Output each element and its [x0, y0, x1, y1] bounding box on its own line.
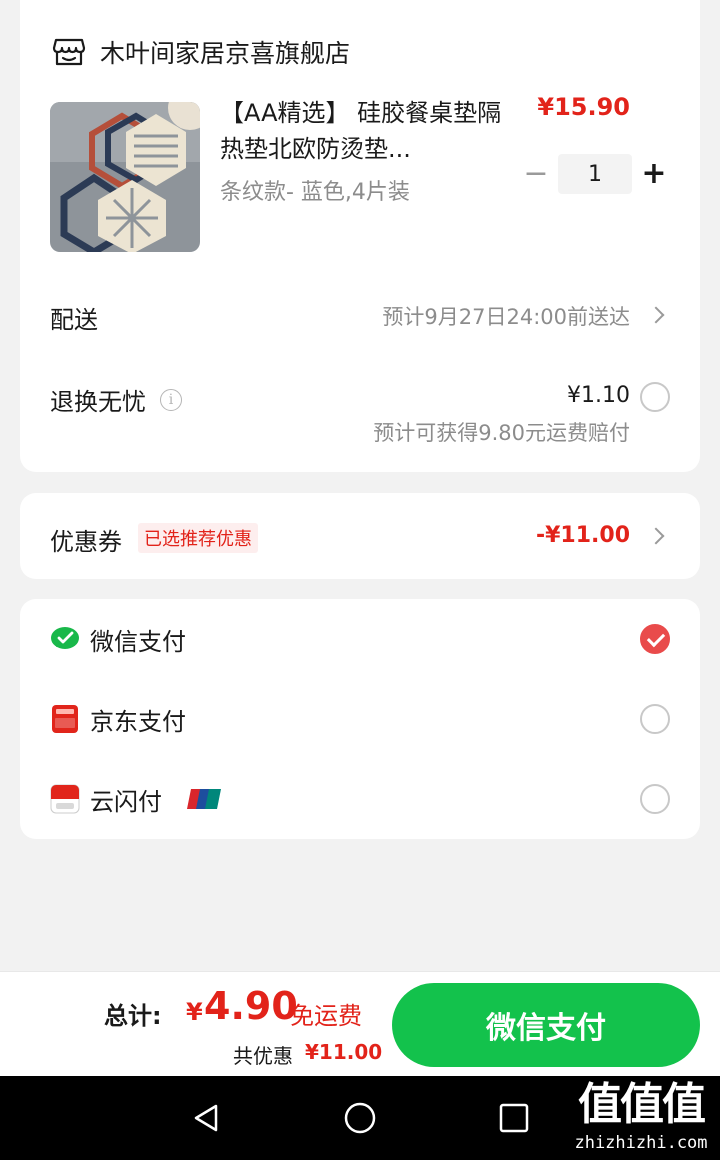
- watermark-logo: 值值值: [578, 1079, 706, 1130]
- payment-option-wechat[interactable]: 微信支付: [20, 599, 700, 679]
- quickpass-icon: [50, 784, 80, 814]
- trivet-product-photo: [50, 102, 200, 252]
- payment-radio-quickpass[interactable]: [640, 784, 670, 814]
- quantity-input[interactable]: 1: [558, 154, 632, 194]
- home-icon[interactable]: [342, 1100, 378, 1136]
- total-amount: 4.90: [204, 984, 298, 1028]
- coupon-card[interactable]: 优惠券 已选推荐优惠 -¥11.00: [20, 493, 700, 579]
- store-icon: [52, 38, 86, 66]
- coupon-tag: 已选推荐优惠: [138, 523, 258, 553]
- quantity-stepper: − 1 +: [518, 154, 672, 194]
- return-service-radio[interactable]: [640, 382, 670, 412]
- return-service-price: ¥1.10: [567, 383, 630, 408]
- store-header[interactable]: 木叶间家居京喜旗舰店: [52, 32, 350, 72]
- payment-radio-jd[interactable]: [640, 704, 670, 734]
- wechat-pay-button[interactable]: 微信支付: [392, 983, 700, 1067]
- checkout-bar: 总计: ¥ 4.90 免运费 共优惠 ¥11.00 微信支付: [0, 971, 720, 1076]
- return-service-label: 退换无忧: [50, 388, 146, 416]
- total-discount-value: ¥11.00: [305, 1040, 383, 1064]
- product-sku[interactable]: 条纹款- 蓝色,4片装: [220, 174, 410, 206]
- total-discount-label: 共优惠: [233, 1044, 293, 1068]
- payment-option-jd[interactable]: 京东支付: [20, 679, 700, 759]
- coupon-discount-value: -¥11.00: [535, 523, 630, 548]
- decrease-quantity-button[interactable]: −: [518, 154, 554, 194]
- total-label: 总计:: [104, 1002, 162, 1030]
- back-icon[interactable]: [188, 1100, 224, 1136]
- chevron-right-icon[interactable]: [647, 306, 665, 324]
- jd-pay-icon: [52, 705, 78, 733]
- payment-label: 微信支付: [90, 627, 186, 656]
- system-navigation-bar: 值值值 zhizhizhi.com: [0, 1076, 720, 1160]
- chevron-right-icon[interactable]: [647, 527, 665, 545]
- increase-quantity-button[interactable]: +: [636, 154, 672, 194]
- product-image[interactable]: [50, 102, 200, 252]
- product-title[interactable]: 【AA精选】 硅胶餐桌垫隔热垫北欧防烫垫...: [220, 95, 510, 167]
- delivery-label: 配送: [50, 306, 98, 334]
- return-service-note: 预计可获得9.80元运费赔付: [373, 421, 630, 445]
- delivery-estimate[interactable]: 预计9月27日24:00前送达: [382, 301, 630, 331]
- payment-methods-card: 微信支付 京东支付 云闪付: [20, 599, 700, 839]
- total-currency: ¥: [186, 998, 203, 1026]
- return-service-row: 退换无忧 i: [50, 382, 182, 417]
- store-name: 木叶间家居京喜旗舰店: [100, 39, 351, 68]
- free-shipping-label: 免运费: [290, 1002, 362, 1030]
- checkout-page: 木叶间家居京喜旗舰店 【AA精选】 硅胶餐桌垫隔热垫北欧防烫垫... 条纹款- …: [0, 0, 720, 1160]
- recents-icon[interactable]: [496, 1100, 532, 1136]
- watermark: 值值值 zhizhizhi.com: [566, 1078, 716, 1154]
- payment-option-quickpass[interactable]: 云闪付: [20, 759, 700, 839]
- payment-label: 京东支付: [90, 707, 186, 736]
- payment-radio-wechat[interactable]: [640, 624, 670, 654]
- order-card: 木叶间家居京喜旗舰店 【AA精选】 硅胶餐桌垫隔热垫北欧防烫垫... 条纹款- …: [20, 0, 700, 472]
- payment-label: 云闪付: [90, 787, 162, 816]
- coupon-label: 优惠券: [50, 528, 122, 556]
- unionpay-icon: [187, 789, 221, 809]
- info-icon[interactable]: i: [160, 388, 182, 411]
- watermark-text: zhizhizhi.com: [574, 1133, 708, 1153]
- wechat-pay-icon: [51, 627, 79, 649]
- product-price: ¥15.90: [537, 93, 630, 121]
